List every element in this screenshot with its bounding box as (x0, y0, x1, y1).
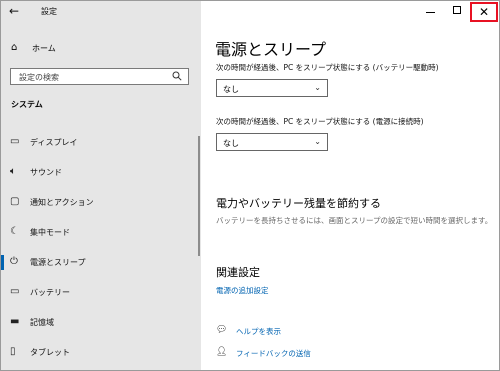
speaker-icon: 🔈︎ (10, 166, 16, 177)
main-content: ✕ 電源とスリープ 次の時間が経過後、PC をスリープ状態にする (バッテリー駆… (202, 1, 499, 370)
maximize-button[interactable] (449, 1, 469, 23)
page-title: 電源とスリープ (215, 40, 327, 59)
moon-icon: ☾ (10, 226, 19, 237)
maximize-icon (453, 6, 461, 14)
additional-power-settings-link[interactable]: 電源の追加設定 (216, 285, 269, 296)
sidebar: ← 設定 ⌂ ホーム 設定の検索 システム ▭ ディスプレイ 🔈︎ サウンド ▢… (1, 1, 201, 370)
search-placeholder: 設定の検索 (19, 73, 59, 82)
minimize-icon (426, 12, 435, 13)
plugged-sleep-label: 次の時間が経過後、PC をスリープ状態にする (電源に接続時) (216, 117, 424, 126)
sidebar-item-label: ディスプレイ (30, 138, 78, 147)
display-icon: ▭ (10, 136, 20, 147)
window-title: 設定 (41, 7, 57, 16)
sidebar-scrollbar[interactable] (198, 136, 200, 256)
feedback-link[interactable]: フィードバックの送信 (236, 348, 311, 359)
sidebar-item-power[interactable]: ⏻ 電源とスリープ (1, 247, 201, 277)
sidebar-item-label: タブレット (30, 348, 70, 357)
section-title: システム (11, 100, 43, 109)
sidebar-nav: ▭ ディスプレイ 🔈︎ サウンド ▢ 通知とアクション ☾ 集中モード ⏻ 電源… (1, 127, 201, 367)
home-label: ホーム (32, 44, 56, 53)
help-link[interactable]: ヘルプを表示 (236, 326, 281, 337)
sidebar-item-notifications[interactable]: ▢ 通知とアクション (1, 187, 201, 217)
sidebar-item-label: サウンド (30, 168, 62, 177)
plugged-sleep-value: なし (223, 139, 239, 148)
notification-icon: ▢ (10, 196, 20, 207)
related-heading: 関連設定 (216, 266, 260, 279)
home-nav-item[interactable]: ⌂ ホーム (7, 39, 192, 57)
sidebar-item-focus[interactable]: ☾ 集中モード (1, 217, 201, 247)
save-description: バッテリーを長持ちさせるには、画面とスリープの設定で短い時間を選択します。 (216, 216, 493, 225)
sidebar-item-storage[interactable]: ▬ 記憶域 (1, 307, 201, 337)
battery-sleep-label: 次の時間が経過後、PC をスリープ状態にする (バッテリー駆動時) (216, 63, 439, 72)
chevron-down-icon: ⌄ (314, 83, 321, 92)
help-item[interactable]: 💬︎ ヘルプを表示 (216, 324, 396, 338)
sidebar-item-label: バッテリー (30, 288, 70, 297)
feedback-item[interactable]: 👤︎ フィードバックの送信 (216, 346, 396, 360)
sidebar-item-tablet[interactable]: ▯ タブレット (1, 337, 201, 367)
save-heading: 電力やバッテリー残量を節約する (216, 197, 381, 210)
sidebar-item-label: 通知とアクション (30, 198, 94, 207)
storage-icon: ▬ (10, 316, 20, 327)
sidebar-item-label: 記憶域 (30, 318, 54, 327)
back-arrow-icon[interactable]: ← (9, 4, 23, 18)
battery-icon: ▭ (10, 286, 20, 297)
feedback-icon: 👤︎ (216, 347, 228, 357)
plugged-sleep-select[interactable]: なし ⌄ (216, 133, 328, 151)
close-button[interactable]: ✕ (470, 2, 498, 22)
sidebar-item-label: 集中モード (30, 228, 70, 237)
home-icon: ⌂ (11, 42, 18, 53)
tablet-icon: ▯ (10, 346, 16, 357)
chevron-down-icon: ⌄ (314, 137, 321, 146)
sidebar-item-battery[interactable]: ▭ バッテリー (1, 277, 201, 307)
help-icon: 💬︎ (216, 325, 228, 335)
power-icon: ⏻ (10, 256, 18, 267)
settings-window: ← 設定 ⌂ ホーム 設定の検索 システム ▭ ディスプレイ 🔈︎ サウンド ▢… (0, 0, 500, 371)
battery-sleep-value: なし (223, 85, 239, 94)
sidebar-item-display[interactable]: ▭ ディスプレイ (1, 127, 201, 157)
close-icon: ✕ (479, 5, 490, 19)
sidebar-item-label: 電源とスリープ (30, 258, 86, 267)
search-input[interactable]: 設定の検索 (10, 68, 189, 85)
sidebar-item-sound[interactable]: 🔈︎ サウンド (1, 157, 201, 187)
battery-sleep-select[interactable]: なし ⌄ (216, 79, 328, 97)
search-icon[interactable] (172, 71, 182, 81)
minimize-button[interactable] (421, 1, 441, 23)
title-bar: ← 設定 (1, 1, 201, 23)
